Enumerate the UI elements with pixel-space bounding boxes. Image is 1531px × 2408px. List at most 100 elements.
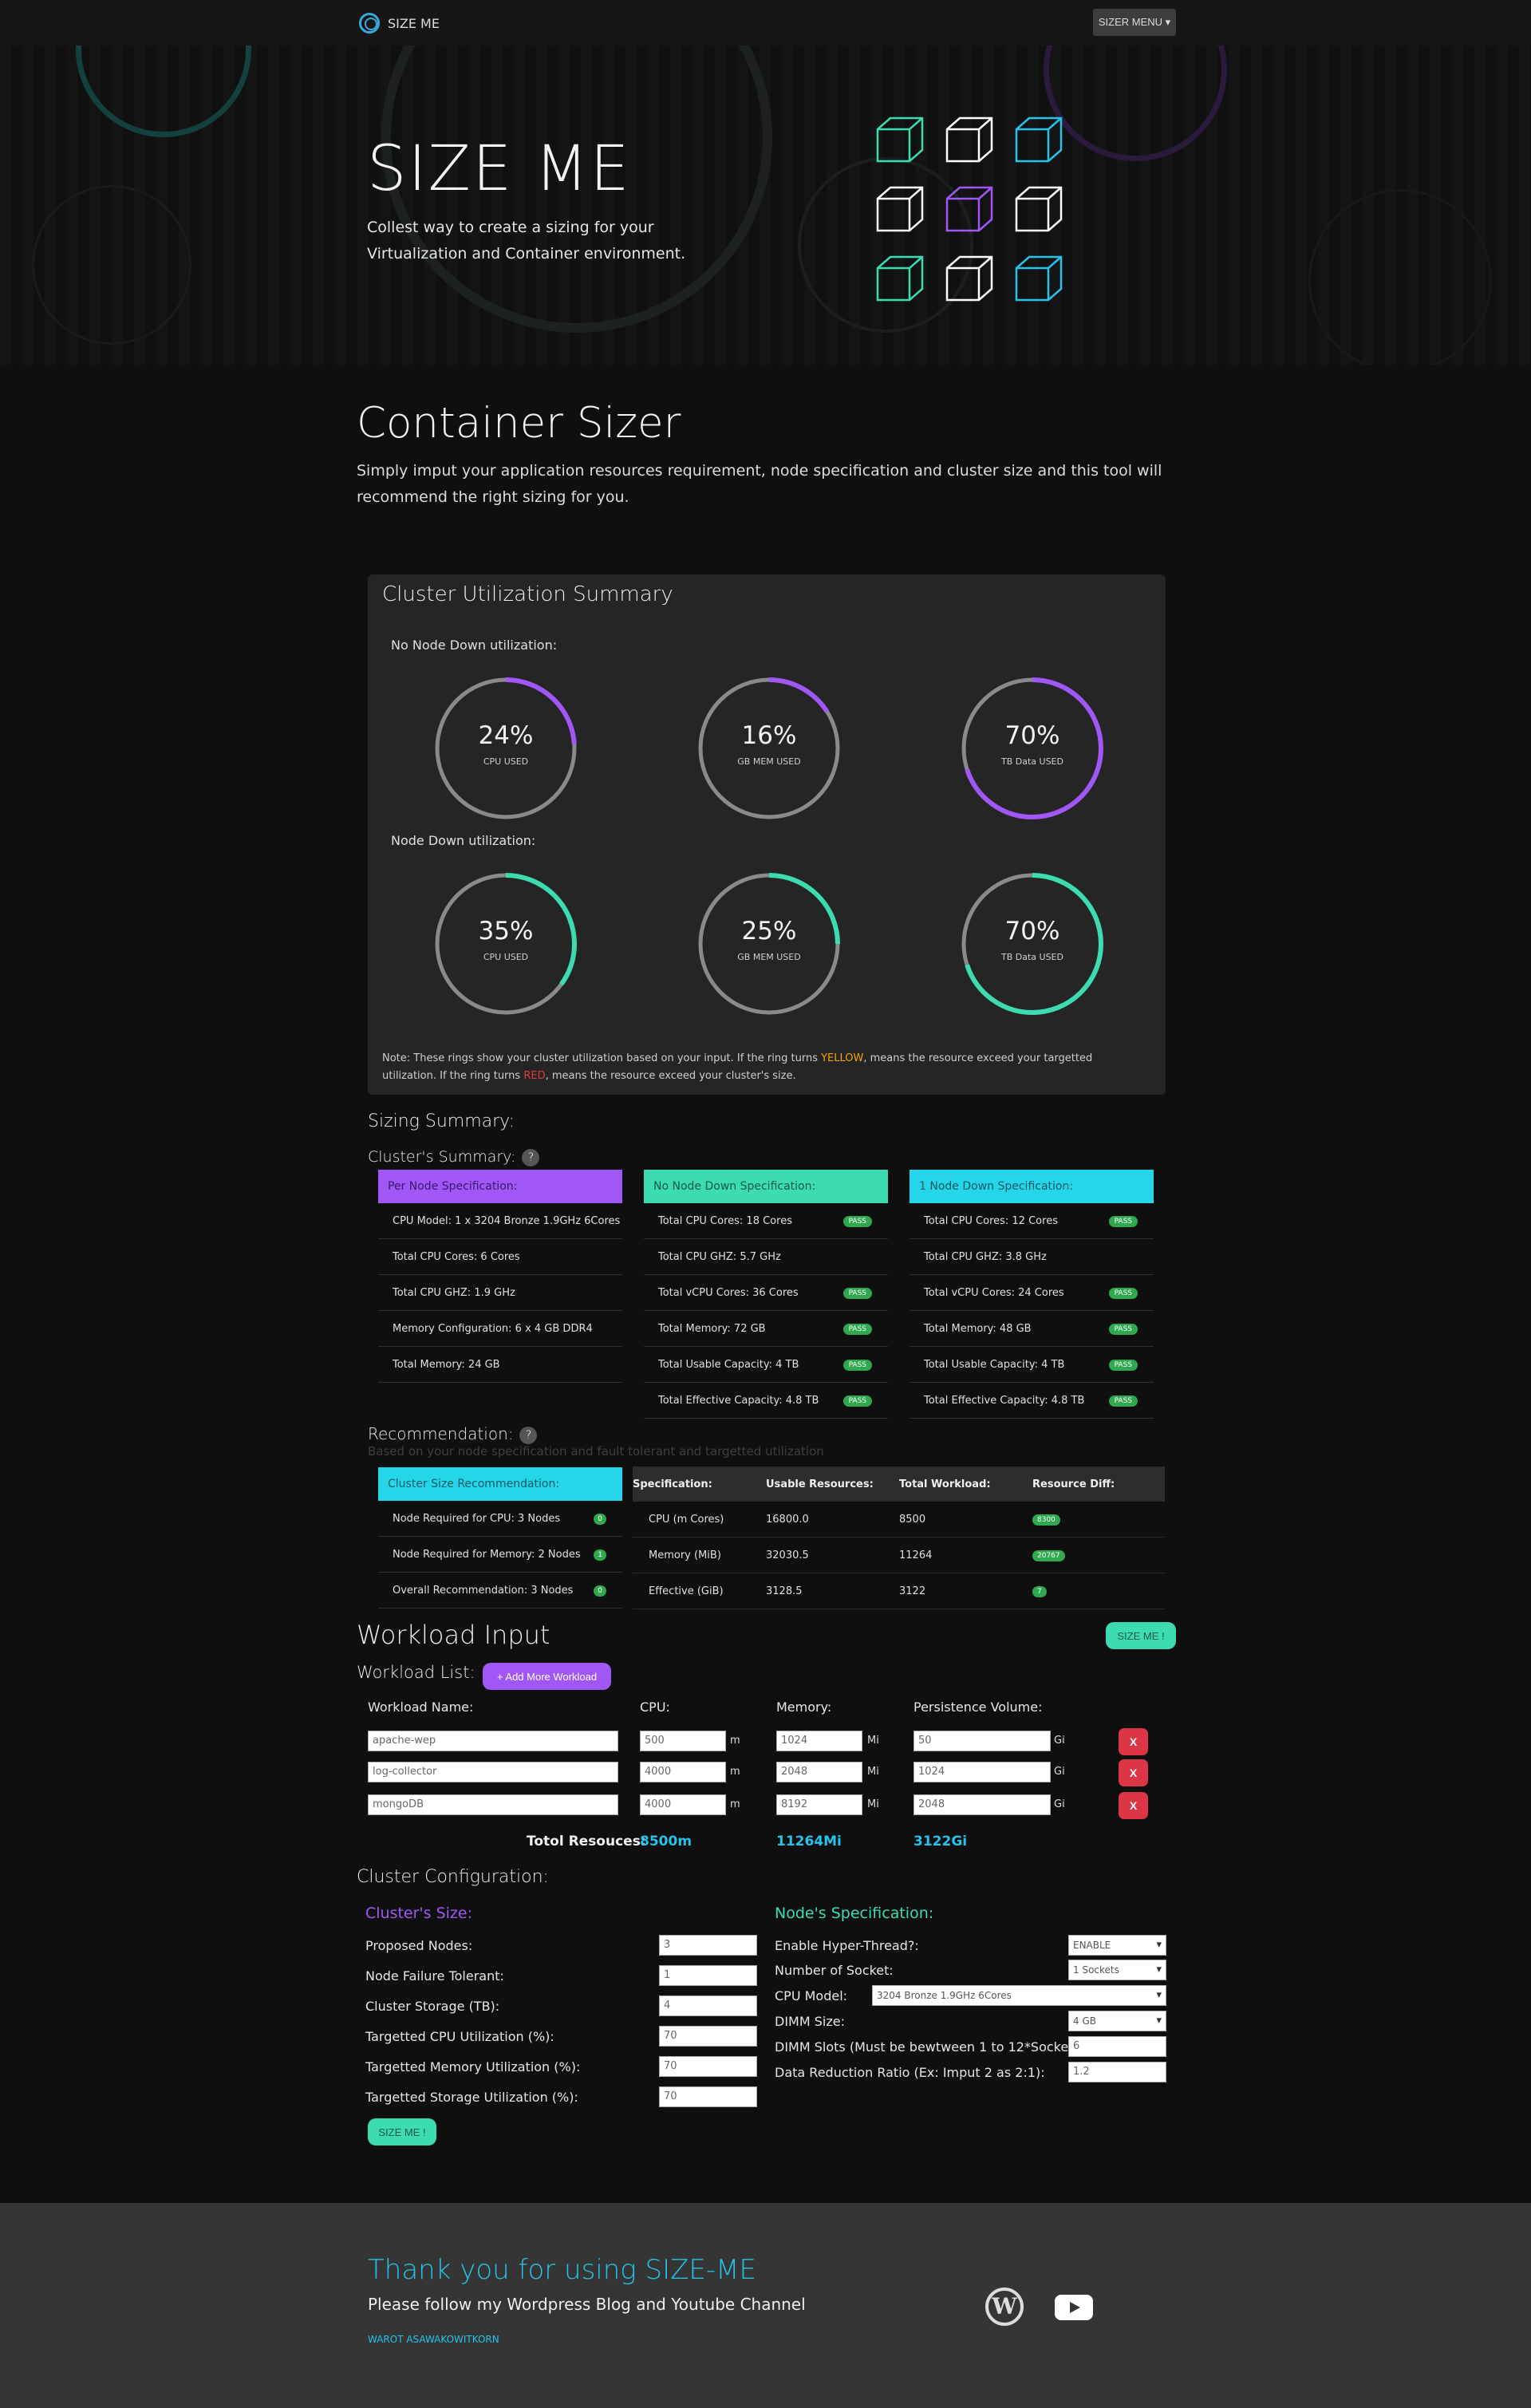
target-cpu-input[interactable]: 70 [659,2026,757,2047]
table-cell: 11264 [899,1549,933,1561]
spec-row: Total Effective Capacity: 4.8 TB PASS [644,1383,888,1419]
cluster-storage-input[interactable]: 4 [659,1995,757,2016]
size-me-button-bottom[interactable]: SIZE ME ! [368,2118,436,2145]
cpu-unit: m [730,1735,740,1747]
table-cell: 8300 [1032,1513,1165,1526]
socket-label: Number of Socket: [775,1963,894,1978]
target-memory-input[interactable]: 70 [659,2056,757,2077]
column-header: Usable Resources: [766,1478,874,1490]
gauge-memory-no-node-down: 16% GB MEM USED [696,676,842,821]
gauge-value: 35% [478,917,534,945]
workload-cpu-input[interactable]: 500 [640,1731,726,1751]
workload-pv-input[interactable]: 1024 [913,1762,1051,1782]
gauge-caption: TB Data USED [1001,952,1063,962]
spec-row: Total CPU GHZ: 1.9 GHz [378,1275,622,1311]
spec-row: Total Usable Capacity: 4 TB PASS [910,1347,1154,1383]
node-down-label: Node Down utilization: [391,833,536,848]
workload-input-title: Workload Input [357,1620,550,1650]
data-reduction-input[interactable]: 1.2 [1068,2062,1166,2082]
workload-name-input[interactable]: log-collector [368,1762,618,1782]
workload-pv-input[interactable]: 2048 [913,1794,1051,1815]
hyper-thread-select[interactable]: ENABLE [1068,1935,1166,1956]
spec-row: Memory Configuration: 6 x 4 GB DDR4 [378,1311,622,1347]
remove-workload-button[interactable]: X [1119,1792,1148,1819]
gauge-cpu-node-down: 35% CPU USED [433,871,578,1016]
no-node-down-label: No Node Down utilization: [391,638,558,653]
hero-banner: SIZE ME Collest way to create a sizing f… [0,45,1531,365]
target-storage-input[interactable]: 70 [659,2086,757,2107]
add-workload-button[interactable]: + Add More Workload [483,1663,611,1690]
cpu-model-select[interactable]: 3204 Bronze 1.9GHz 6Cores [872,1985,1166,2006]
recommendation-row: Node Required for CPU: 3 Nodes 0 [378,1501,622,1537]
recommendation-title: Recommendation:? [368,1424,538,1444]
pv-column-header: Persistence Volume: [913,1699,1043,1715]
dimm-slots-input[interactable]: 6 [1068,2036,1166,2057]
pass-badge: PASS [1108,1216,1138,1227]
cluster-size-recommendation-header: Cluster Size Recommendation: [378,1467,622,1501]
pv-unit: Gi [1054,1735,1065,1747]
workload-memory-input[interactable]: 2048 [776,1762,862,1782]
table-cell: Effective (GiB) [649,1585,724,1597]
cluster-size-title: Cluster's Size: [365,1905,473,1922]
per-node-spec-header: Per Node Specification: [378,1170,622,1203]
table-cell: 3128.5 [766,1585,803,1597]
author-link[interactable]: WAROT ASAWAKOWITKORN [368,2334,499,2345]
sizing-summary-title: Sizing Summary: [368,1111,515,1131]
size-me-button-top[interactable]: SIZE ME ! [1106,1622,1176,1649]
cpu-unit: m [730,1798,740,1810]
sizer-menu-dropdown[interactable]: SIZER MENU ▾ [1093,9,1176,36]
pass-badge: PASS [842,1216,872,1227]
workload-pv-input[interactable]: 50 [913,1731,1051,1751]
wordpress-icon[interactable]: W [985,2288,1024,2326]
no-node-down-spec-column: No Node Down Specification: Total CPU Co… [644,1170,888,1419]
workload-memory-input[interactable]: 1024 [776,1731,862,1751]
gauge-caption: CPU USED [483,756,529,767]
table-cell: 7 [1032,1585,1165,1597]
cluster-summary-label: Cluster's Summary:? [368,1148,540,1166]
help-icon[interactable]: ? [522,1148,540,1166]
cpu-column-header: CPU: [640,1699,670,1715]
workload-name-input[interactable]: apache-wep [368,1731,618,1751]
node-failure-tolerant-input[interactable]: 1 [659,1965,757,1986]
page-description: Simply imput your application resources … [357,462,1162,506]
gauge-value: 25% [741,917,797,945]
brand-link[interactable]: SIZE ME [359,13,440,34]
count-badge: 1 [594,1549,606,1561]
help-icon[interactable]: ? [519,1426,538,1444]
remove-workload-button[interactable]: X [1119,1728,1148,1755]
diff-badge: 8300 [1032,1514,1060,1526]
workload-cpu-input[interactable]: 4000 [640,1762,726,1782]
data-reduction-label: Data Reduction Ratio (Ex: Imput 2 as 2:1… [775,2065,1045,2080]
pass-badge: PASS [842,1324,872,1335]
workload-memory-input[interactable]: 8192 [776,1794,862,1815]
youtube-icon[interactable] [1055,2295,1093,2320]
dimm-size-label: DIMM Size: [775,2014,845,2029]
diff-badge: 20767 [1032,1550,1065,1561]
diff-badge: 7 [1032,1586,1047,1597]
dimm-size-select[interactable]: 4 GB [1068,2011,1166,2031]
count-badge: 0 [594,1585,606,1597]
proposed-nodes-input[interactable]: 3 [659,1935,757,1956]
per-node-spec-column: Per Node Specification: CPU Model: 1 x 3… [378,1170,622,1383]
pass-badge: PASS [1108,1360,1138,1371]
table-cell: 8500 [899,1513,926,1526]
workload-cpu-input[interactable]: 4000 [640,1794,726,1815]
table-row: Effective (GiB) 3128.5 3122 7 [633,1573,1165,1609]
table-cell: 16800.0 [766,1513,809,1526]
target-memory-label: Targetted Memory Utilization (%): [365,2059,581,2074]
table-cell: 32030.5 [766,1549,809,1561]
pass-badge: PASS [1108,1288,1138,1299]
remove-workload-button[interactable]: X [1119,1759,1148,1786]
socket-select[interactable]: 1 Sockets [1068,1960,1166,1980]
workload-name-input[interactable]: mongoDB [368,1794,618,1815]
spec-row: Total vCPU Cores: 36 Cores PASS [644,1275,888,1311]
no-node-down-spec-header: No Node Down Specification: [644,1170,888,1203]
proposed-nodes-label: Proposed Nodes: [365,1938,473,1953]
hero-subtitle: Collest way to create a sizing for your … [367,219,686,263]
spec-row: Total vCPU Cores: 24 Cores PASS [910,1275,1154,1311]
column-header: Total Workload: [899,1478,991,1490]
spec-row: Total Effective Capacity: 4.8 TB PASS [910,1383,1154,1419]
total-memory: 11264Mi [776,1834,842,1849]
pv-unit: Gi [1054,1798,1065,1810]
spec-row: Total CPU Cores: 18 Cores PASS [644,1203,888,1239]
